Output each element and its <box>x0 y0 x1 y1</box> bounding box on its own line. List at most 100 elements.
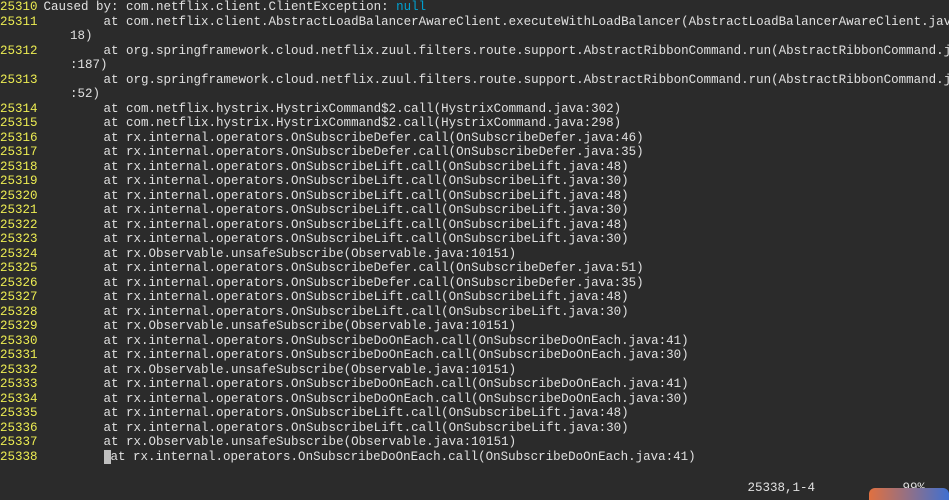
code-line: 25321 at rx.internal.operators.OnSubscri… <box>0 203 949 218</box>
line-text: at com.netflix.client.AbstractLoadBalanc… <box>44 15 949 30</box>
code-line: 25326 at rx.internal.operators.OnSubscri… <box>0 276 949 291</box>
code-line: 25317 at rx.internal.operators.OnSubscri… <box>0 145 949 160</box>
line-number: 25310 <box>0 0 44 15</box>
line-number: 25336 <box>0 421 44 436</box>
code-line: 25310Caused by: com.netflix.client.Clien… <box>0 0 949 15</box>
code-line: 25319 at rx.internal.operators.OnSubscri… <box>0 174 949 189</box>
code-line: 25318 at rx.internal.operators.OnSubscri… <box>0 160 949 175</box>
code-line: 25336 at rx.internal.operators.OnSubscri… <box>0 421 949 436</box>
line-number: 25316 <box>0 131 44 146</box>
line-number: 25315 <box>0 116 44 131</box>
line-text: at rx.internal.operators.OnSubscribeDoOn… <box>44 377 949 392</box>
line-number: 25322 <box>0 218 44 233</box>
code-line: :187) <box>0 58 949 73</box>
line-text: at rx.internal.operators.OnSubscribeLift… <box>44 232 949 247</box>
line-number: 25334 <box>0 392 44 407</box>
line-number: 25329 <box>0 319 44 334</box>
line-text: at rx.internal.operators.OnSubscribeLift… <box>44 406 949 421</box>
line-text: at rx.internal.operators.OnSubscribeDoOn… <box>44 392 949 407</box>
line-number: 25318 <box>0 160 44 175</box>
code-line: 25324 at rx.Observable.unsafeSubscribe(O… <box>0 247 949 262</box>
line-number: 25312 <box>0 44 44 59</box>
line-number: 25333 <box>0 377 44 392</box>
line-text: at rx.internal.operators.OnSubscribeLift… <box>44 174 949 189</box>
code-line: 25334 at rx.internal.operators.OnSubscri… <box>0 392 949 407</box>
code-line: 25327 at rx.internal.operators.OnSubscri… <box>0 290 949 305</box>
line-text: at rx.Observable.unsafeSubscribe(Observa… <box>44 363 949 378</box>
code-line: 18) <box>0 29 949 44</box>
line-text: at rx.Observable.unsafeSubscribe(Observa… <box>44 247 949 262</box>
line-text: 18) <box>40 29 949 44</box>
line-number <box>0 87 40 102</box>
line-number: 25325 <box>0 261 44 276</box>
line-number: 25338 <box>0 450 44 465</box>
cursor <box>104 450 111 465</box>
line-number: 25317 <box>0 145 44 160</box>
line-number: 25314 <box>0 102 44 117</box>
line-text: at rx.internal.operators.OnSubscribeDefe… <box>44 261 949 276</box>
code-line: 25330 at rx.internal.operators.OnSubscri… <box>0 334 949 349</box>
line-number: 25337 <box>0 435 44 450</box>
line-number: 25331 <box>0 348 44 363</box>
line-text: at org.springframework.cloud.netflix.zuu… <box>44 73 949 88</box>
line-text: at rx.internal.operators.OnSubscribeLift… <box>44 160 949 175</box>
line-number: 25327 <box>0 290 44 305</box>
cursor-position: 25338,1-4 <box>747 481 815 496</box>
code-line: 25329 at rx.Observable.unsafeSubscribe(O… <box>0 319 949 334</box>
null-keyword: null <box>396 0 426 14</box>
code-line: 25331 at rx.internal.operators.OnSubscri… <box>0 348 949 363</box>
line-number: 25324 <box>0 247 44 262</box>
code-line: 25323 at rx.internal.operators.OnSubscri… <box>0 232 949 247</box>
code-line: 25333 at rx.internal.operators.OnSubscri… <box>0 377 949 392</box>
line-number: 25321 <box>0 203 44 218</box>
line-text: at com.netflix.hystrix.HystrixCommand$2.… <box>44 102 949 117</box>
line-text: at rx.internal.operators.OnSubscribeDefe… <box>44 276 949 291</box>
line-text: Caused by: com.netflix.client.ClientExce… <box>44 0 949 15</box>
line-number: 25332 <box>0 363 44 378</box>
code-line: 25314 at com.netflix.hystrix.HystrixComm… <box>0 102 949 117</box>
code-line: 25311 at com.netflix.client.AbstractLoad… <box>0 15 949 30</box>
code-lines: 25310Caused by: com.netflix.client.Clien… <box>0 0 949 464</box>
line-text: :52) <box>40 87 949 102</box>
line-text: at rx.internal.operators.OnSubscribeLift… <box>44 421 949 436</box>
code-line: 25335 at rx.internal.operators.OnSubscri… <box>0 406 949 421</box>
line-number: 25313 <box>0 73 44 88</box>
code-line: 25315 at com.netflix.hystrix.HystrixComm… <box>0 116 949 131</box>
line-number <box>0 29 40 44</box>
line-number: 25311 <box>0 15 44 30</box>
editor-viewport[interactable]: 25310Caused by: com.netflix.client.Clien… <box>0 0 949 500</box>
line-number: 25323 <box>0 232 44 247</box>
code-line: 25313 at org.springframework.cloud.netfl… <box>0 73 949 88</box>
line-text: at rx.Observable.unsafeSubscribe(Observa… <box>44 435 949 450</box>
code-line: 25337 at rx.Observable.unsafeSubscribe(O… <box>0 435 949 450</box>
line-text: at rx.internal.operators.OnSubscribeDoOn… <box>44 334 949 349</box>
line-text: at org.springframework.cloud.netflix.zuu… <box>44 44 949 59</box>
line-text: at rx.internal.operators.OnSubscribeDoOn… <box>44 450 949 465</box>
line-text: at rx.internal.operators.OnSubscribeDefe… <box>44 131 949 146</box>
line-text: at rx.internal.operators.OnSubscribeLift… <box>44 305 949 320</box>
line-number: 25328 <box>0 305 44 320</box>
code-line: 25320 at rx.internal.operators.OnSubscri… <box>0 189 949 204</box>
line-text: at rx.internal.operators.OnSubscribeLift… <box>44 203 949 218</box>
code-line: 25325 at rx.internal.operators.OnSubscri… <box>0 261 949 276</box>
line-text: at rx.internal.operators.OnSubscribeLift… <box>44 290 949 305</box>
app-badge-icon <box>869 488 949 500</box>
line-number <box>0 58 40 73</box>
line-text: :187) <box>40 58 949 73</box>
line-text: at rx.internal.operators.OnSubscribeLift… <box>44 189 949 204</box>
code-line: :52) <box>0 87 949 102</box>
line-text: at com.netflix.hystrix.HystrixCommand$2.… <box>44 116 949 131</box>
line-text: at rx.Observable.unsafeSubscribe(Observa… <box>44 319 949 334</box>
code-line: 25322 at rx.internal.operators.OnSubscri… <box>0 218 949 233</box>
code-line: 25332 at rx.Observable.unsafeSubscribe(O… <box>0 363 949 378</box>
line-text: at rx.internal.operators.OnSubscribeLift… <box>44 218 949 233</box>
code-line: 25312 at org.springframework.cloud.netfl… <box>0 44 949 59</box>
code-line: 25338 at rx.internal.operators.OnSubscri… <box>0 450 949 465</box>
code-line: 25316 at rx.internal.operators.OnSubscri… <box>0 131 949 146</box>
line-number: 25326 <box>0 276 44 291</box>
code-line: 25328 at rx.internal.operators.OnSubscri… <box>0 305 949 320</box>
line-text: at rx.internal.operators.OnSubscribeDefe… <box>44 145 949 160</box>
line-number: 25319 <box>0 174 44 189</box>
line-number: 25330 <box>0 334 44 349</box>
line-number: 25320 <box>0 189 44 204</box>
